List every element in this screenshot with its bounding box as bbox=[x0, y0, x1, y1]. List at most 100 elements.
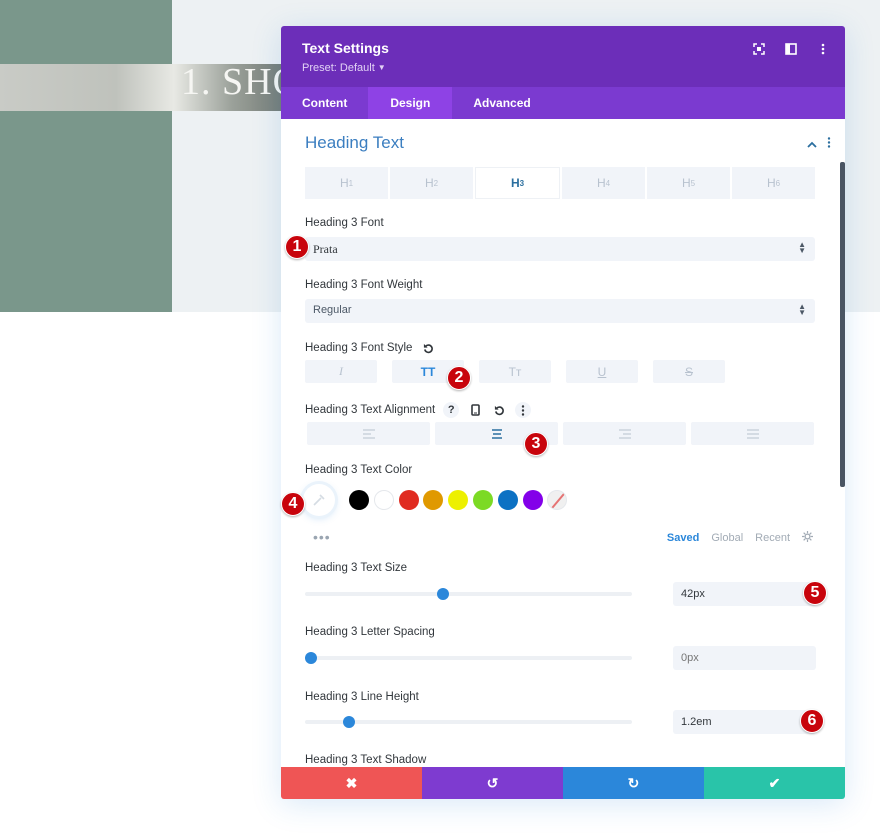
section-title[interactable]: Heading Text bbox=[305, 133, 404, 153]
settings-tabs: Content Design Advanced bbox=[281, 87, 845, 119]
more-options-icon[interactable] bbox=[815, 41, 831, 57]
color-palette-tabs: Saved Global Recent bbox=[667, 531, 813, 545]
tab-advanced[interactable]: Advanced bbox=[452, 87, 551, 119]
swatch-red[interactable] bbox=[398, 490, 419, 510]
focus-icon[interactable] bbox=[751, 41, 767, 57]
modal-title: Text Settings bbox=[302, 40, 389, 56]
green-block-bottom bbox=[0, 111, 172, 312]
redo-icon: ↻ bbox=[627, 774, 640, 791]
align-right-button[interactable] bbox=[563, 422, 686, 445]
font-label: Heading 3 Font bbox=[305, 217, 384, 229]
annotation-badge: 6 bbox=[800, 709, 824, 733]
settings-body: Heading Text H1 H2 H3 H4 H5 H6 Heading 3… bbox=[281, 119, 845, 767]
annotation-badge: 2 bbox=[447, 366, 471, 390]
align-center-icon bbox=[491, 428, 502, 439]
select-arrows-icon: ▲ ▼ bbox=[798, 302, 806, 317]
annotation-badge: 5 bbox=[803, 581, 827, 605]
palette-tab-recent[interactable]: Recent bbox=[755, 532, 790, 544]
mobile-icon[interactable] bbox=[467, 402, 483, 418]
font-weight-value: Regular bbox=[313, 304, 352, 316]
heading-tab-h3[interactable]: H3 bbox=[475, 167, 560, 199]
split-view-icon[interactable] bbox=[783, 41, 799, 57]
letter-spacing-slider[interactable] bbox=[305, 652, 632, 664]
more-options-icon[interactable] bbox=[515, 402, 532, 418]
eyedropper-icon bbox=[313, 494, 325, 506]
align-justify-button[interactable] bbox=[691, 422, 814, 445]
swatch-orange[interactable] bbox=[423, 490, 444, 510]
align-right-icon bbox=[618, 428, 631, 439]
palette-tab-saved[interactable]: Saved bbox=[667, 532, 699, 544]
preset-label: Preset: Default bbox=[302, 62, 375, 74]
gear-icon[interactable] bbox=[802, 531, 813, 545]
font-weight-label: Heading 3 Font Weight bbox=[305, 279, 423, 291]
select-arrows-icon: ▲ ▼ bbox=[798, 240, 806, 255]
swatch-green[interactable] bbox=[472, 490, 493, 510]
text-shadow-label: Heading 3 Text Shadow bbox=[305, 754, 427, 766]
align-left-icon bbox=[362, 428, 375, 439]
modal-footer: ✖ ↺ ↻ ✔ bbox=[281, 767, 845, 799]
modal-header: Text Settings Preset: Default ▼ bbox=[281, 26, 845, 87]
undo-icon: ↺ bbox=[486, 774, 499, 791]
slider-handle[interactable] bbox=[342, 716, 355, 728]
letter-spacing-input[interactable] bbox=[673, 646, 816, 670]
swatch-black[interactable] bbox=[349, 490, 369, 510]
swatch-purple[interactable] bbox=[522, 490, 543, 510]
line-height-label: Heading 3 Line Height bbox=[305, 691, 419, 703]
capitalize-button[interactable]: Tт bbox=[479, 360, 551, 383]
redo-button[interactable]: ↻ bbox=[563, 767, 704, 799]
heading-level-tabs: H1 H2 H3 H4 H5 H6 bbox=[305, 167, 815, 199]
align-left-button[interactable] bbox=[307, 422, 430, 445]
align-justify-icon bbox=[746, 428, 759, 439]
tab-design[interactable]: Design bbox=[368, 87, 453, 119]
green-block-top bbox=[0, 0, 172, 64]
page: 1. SHO Text Settings Preset: Default▼ Co… bbox=[0, 0, 880, 836]
save-button[interactable]: ✔ bbox=[704, 767, 845, 799]
font-select[interactable]: Prata ▲ ▼ bbox=[305, 237, 815, 261]
font-weight-select[interactable]: Regular ▲ ▼ bbox=[305, 299, 815, 323]
color-picker[interactable] bbox=[303, 484, 335, 516]
reset-icon[interactable] bbox=[491, 402, 507, 418]
close-icon: ✖ bbox=[345, 774, 358, 791]
chevron-up-icon[interactable] bbox=[807, 135, 817, 153]
text-color-label: Heading 3 Text Color bbox=[305, 464, 413, 476]
swatch-white[interactable] bbox=[373, 490, 394, 510]
caret-down-icon: ▼ bbox=[377, 63, 386, 72]
swatch-none[interactable] bbox=[547, 490, 568, 510]
more-colors-button[interactable]: ••• bbox=[313, 529, 331, 545]
heading-tab-h1[interactable]: H1 bbox=[305, 167, 388, 199]
heading-tab-h4[interactable]: H4 bbox=[562, 167, 645, 199]
heading-tab-h5[interactable]: H5 bbox=[647, 167, 730, 199]
underline-button[interactable]: U bbox=[566, 360, 638, 383]
heading-tab-h6[interactable]: H6 bbox=[732, 167, 815, 199]
section-more-icon[interactable] bbox=[827, 135, 831, 153]
tab-content[interactable]: Content bbox=[281, 87, 368, 119]
palette-tab-global[interactable]: Global bbox=[711, 532, 743, 544]
annotation-badge: 1 bbox=[285, 235, 309, 259]
slider-handle[interactable] bbox=[305, 652, 317, 664]
color-swatches bbox=[303, 484, 572, 516]
text-size-label: Heading 3 Text Size bbox=[305, 562, 408, 574]
text-settings-modal: Text Settings Preset: Default ▼ Content D… bbox=[281, 26, 845, 799]
line-height-input[interactable] bbox=[673, 710, 816, 734]
italic-button[interactable]: I bbox=[305, 360, 377, 383]
font-value: Prata bbox=[313, 242, 338, 256]
scrollbar[interactable] bbox=[840, 162, 845, 487]
text-size-input[interactable] bbox=[673, 582, 816, 606]
font-style-label-row: Heading 3 Font Style bbox=[305, 340, 436, 356]
heading-tab-h2[interactable]: H2 bbox=[390, 167, 473, 199]
slider-handle[interactable] bbox=[437, 588, 450, 600]
cancel-button[interactable]: ✖ bbox=[281, 767, 422, 799]
alignment-label: Heading 3 Text Alignment bbox=[305, 404, 436, 416]
preset-dropdown[interactable]: Preset: Default ▼ bbox=[302, 62, 386, 74]
undo-button[interactable]: ↺ bbox=[422, 767, 563, 799]
line-height-slider[interactable] bbox=[305, 716, 632, 728]
annotation-badge: 3 bbox=[524, 432, 548, 456]
text-size-slider[interactable] bbox=[305, 588, 632, 600]
preview-heading: 1. SHO bbox=[181, 61, 281, 103]
help-icon[interactable]: ? bbox=[443, 402, 460, 418]
reset-icon[interactable] bbox=[420, 340, 436, 356]
strikethrough-button[interactable]: S bbox=[653, 360, 725, 383]
font-style-buttons: I TT Tт U S bbox=[305, 360, 725, 383]
swatch-yellow[interactable] bbox=[448, 490, 469, 510]
swatch-blue[interactable] bbox=[497, 490, 518, 510]
